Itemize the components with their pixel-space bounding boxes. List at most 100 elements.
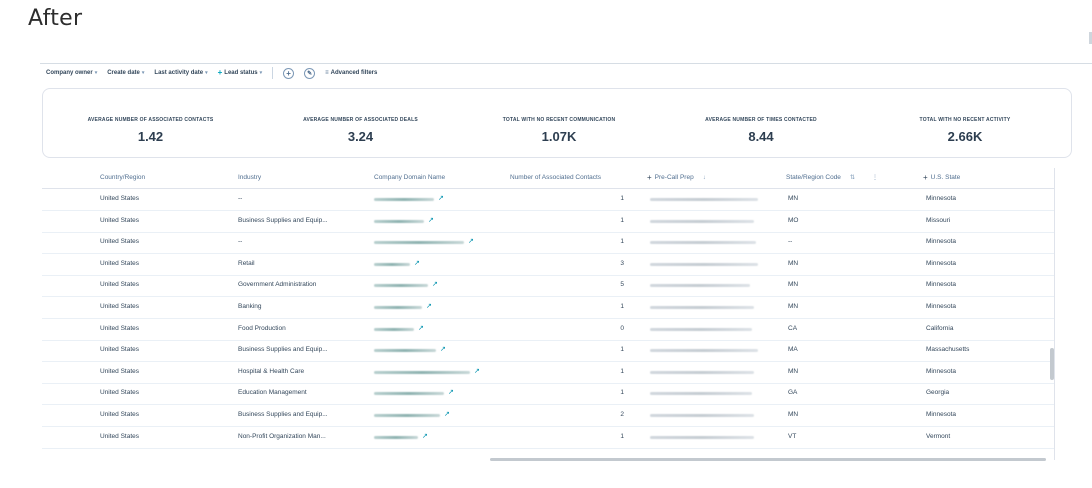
redacted-precall-prep (650, 414, 754, 417)
redacted-domain-link[interactable] (374, 198, 434, 201)
cell-contacts: 1 (620, 303, 624, 310)
external-link-icon[interactable]: ↗ (474, 367, 480, 375)
cell-country: United States (100, 216, 140, 224)
table-row[interactable]: United States Education Management ↗ 1 GA Geo… (42, 382, 1055, 406)
redacted-domain-link[interactable] (374, 219, 424, 223)
external-link-icon[interactable]: ↗ (432, 280, 438, 288)
table-row[interactable]: United States -- ↗ 1 MN Minnesota (42, 188, 1055, 211)
external-link-icon[interactable]: ↗ (418, 324, 424, 332)
table-row[interactable]: United States Hospital & Health Care ↗ 1 MN M… (42, 361, 1055, 384)
external-link-icon[interactable]: ↗ (448, 388, 454, 396)
column-menu-icon[interactable]: ⋮ (872, 174, 878, 181)
metric-label: TOTAL WITH NO RECENT COMMUNICATION (502, 117, 616, 123)
pencil-icon: ✎ (307, 70, 313, 77)
horizontal-scrollbar-thumb[interactable] (490, 458, 1046, 461)
external-link-icon[interactable]: ↗ (422, 432, 428, 440)
table-header: Country/Region Industry Company Domain N… (42, 168, 1055, 189)
chevron-down-icon: ▾ (259, 70, 263, 76)
table-row[interactable]: United States -- ↗ 1 -- Minnesota (42, 231, 1055, 255)
metric-value: 1.07K (541, 129, 577, 144)
external-link-icon[interactable]: ↗ (438, 194, 444, 202)
create-date-filter[interactable]: Create date ▾ (107, 70, 144, 76)
external-link-icon[interactable]: ↗ (428, 216, 434, 224)
table-row[interactable]: United States Non-Profit Organization Man… (42, 426, 1055, 449)
table-row[interactable]: United States Retail ↗ 3 MN Minnesota (42, 253, 1055, 276)
redacted-domain-link[interactable] (374, 284, 428, 288)
redacted-domain-link[interactable] (374, 435, 418, 439)
sort-icon[interactable]: ⇅ (850, 174, 855, 181)
cell-contacts: 1 (620, 346, 624, 354)
company-owner-filter[interactable]: Company owner ▾ (46, 70, 97, 76)
plus-icon: + (217, 68, 223, 77)
cell-contacts: 2 (620, 411, 624, 418)
cell-country: United States (100, 432, 140, 440)
cell-us-state: Minnesota (926, 195, 956, 202)
cell-state-code: MO (788, 216, 799, 224)
column-header-us-state[interactable]: + U.S. State (923, 173, 960, 181)
redacted-domain-link[interactable] (374, 392, 444, 396)
metric-label: AVERAGE NUMBER OF ASSOCIATED CONTACTS (87, 117, 214, 123)
cell-country: United States (100, 303, 140, 310)
redacted-domain-link[interactable] (374, 327, 414, 331)
redacted-domain-link[interactable] (374, 306, 422, 309)
redacted-domain-link[interactable] (374, 241, 464, 245)
cell-country: United States (100, 238, 140, 246)
external-link-icon[interactable]: ↗ (444, 410, 450, 418)
table-row[interactable]: United States Banking ↗ 1 MN Minnesota (42, 296, 1055, 319)
metric-no-recent-communication: TOTAL WITH NO RECENT COMMUNICATION 1.07K (485, 117, 633, 144)
sort-descending-icon[interactable]: ↓ (703, 175, 706, 181)
companies-table: Country/Region Industry Company Domain N… (42, 168, 1055, 460)
metric-value: 2.66K (947, 129, 983, 144)
column-header-country[interactable]: Country/Region (100, 174, 145, 181)
edit-filter-button[interactable]: ✎ (304, 67, 316, 79)
column-header-contacts[interactable]: Number of Associated Contacts (510, 174, 601, 181)
cell-country: United States (100, 367, 140, 375)
table-row[interactable]: United States Government Administration ↗ 5… (42, 274, 1055, 298)
cell-industry: -- (238, 238, 243, 246)
advanced-filters-button[interactable]: ≡ Advanced filters (325, 70, 377, 76)
cell-industry: Non-Profit Organization Man... (238, 432, 326, 440)
lead-status-filter[interactable]: + Lead status ▾ (217, 68, 263, 77)
metric-label: AVERAGE NUMBER OF TIMES CONTACTED (705, 117, 817, 123)
cell-us-state: Vermont (926, 432, 951, 440)
cell-state-code: MN (788, 195, 799, 202)
chevron-down-icon: ▾ (94, 70, 98, 76)
cell-contacts: 1 (620, 432, 624, 440)
redacted-domain-link[interactable] (374, 262, 410, 266)
redacted-precall-prep (650, 306, 754, 309)
redacted-domain-link[interactable] (374, 370, 470, 374)
redacted-domain-link[interactable] (374, 349, 436, 353)
last-activity-date-filter[interactable]: Last activity date ▾ (154, 70, 207, 76)
vertical-scrollbar[interactable] (1049, 168, 1055, 460)
external-link-icon[interactable]: ↗ (414, 259, 420, 267)
metric-label: AVERAGE NUMBER OF ASSOCIATED DEALS (303, 117, 418, 123)
metric-times-contacted: AVERAGE NUMBER OF TIMES CONTACTED 8.44 (691, 117, 831, 144)
table-row[interactable]: United States Food Production ↗ 0 CA Californ… (42, 318, 1055, 341)
cell-contacts: 1 (620, 195, 624, 202)
cell-country: United States (100, 346, 140, 354)
filter-label: Company owner (46, 70, 93, 76)
chevron-down-icon: ▾ (141, 70, 145, 76)
cell-state-code: MN (788, 411, 799, 418)
table-row[interactable]: United States Business Supplies and Equip… (42, 404, 1055, 427)
metric-no-recent-activity: TOTAL WITH NO RECENT ACTIVITY 2.66K (905, 117, 1025, 144)
filter-label: Last activity date (154, 70, 204, 76)
redacted-precall-prep (650, 241, 756, 245)
table-row[interactable]: United States Business Supplies and Equip… (42, 339, 1055, 363)
external-link-icon[interactable]: ↗ (468, 237, 474, 245)
column-header-domain[interactable]: Company Domain Name (374, 174, 445, 181)
column-header-industry[interactable]: Industry (238, 174, 261, 181)
cell-industry: Government Administration (238, 281, 317, 289)
redacted-domain-link[interactable] (374, 414, 440, 417)
column-header-precall[interactable]: + Pre-Call Prep ↓ (647, 173, 706, 181)
filter-label: Lead status (224, 70, 258, 76)
vertical-scrollbar-thumb[interactable] (1050, 348, 1054, 380)
column-header-state-code[interactable]: State/Region Code ⇅ ⋮ (786, 174, 878, 181)
add-filter-button[interactable]: + (283, 67, 295, 79)
external-link-icon[interactable]: ↗ (440, 345, 446, 353)
cell-state-code: MN (788, 367, 799, 375)
cell-industry: Banking (238, 303, 262, 310)
external-link-icon[interactable]: ↗ (426, 302, 432, 310)
table-row[interactable]: United States Business Supplies and Equip… (42, 210, 1055, 233)
summary-card: AVERAGE NUMBER OF ASSOCIATED CONTACTS 1.… (42, 88, 1072, 158)
